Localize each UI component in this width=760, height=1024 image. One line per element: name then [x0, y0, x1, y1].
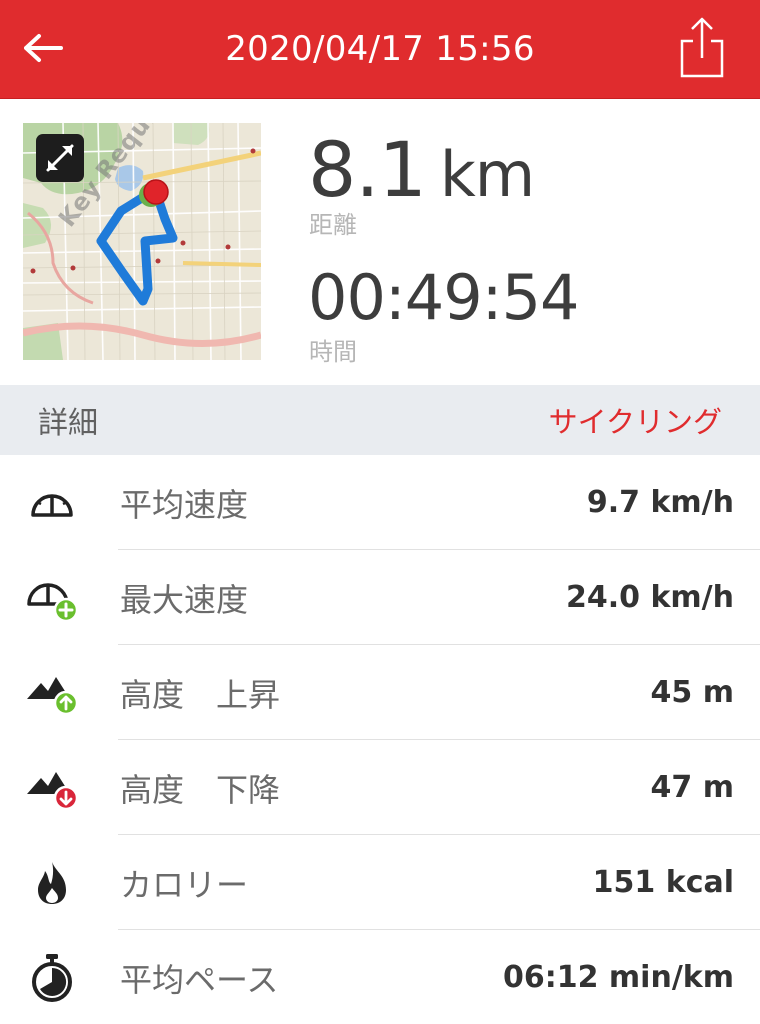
- activity-detail-screen: 2020/04/17 15:56 Key 8.1 km 距離 00:49:54 …: [0, 0, 760, 1024]
- metric-value: 24.0 km/h: [566, 580, 734, 615]
- distance-label: 距離: [309, 211, 357, 239]
- metric-label: 平均ペース: [120, 960, 279, 999]
- metric-label: カロリー: [120, 865, 249, 904]
- back-button[interactable]: [18, 22, 70, 74]
- mountain-up-icon: [24, 667, 80, 719]
- mountain-down-icon: [24, 762, 80, 814]
- metric-row-elevation-gain: 高度 上昇 45 m: [0, 645, 760, 740]
- app-header: 2020/04/17 15:56: [0, 0, 760, 99]
- stopwatch-icon: [24, 952, 80, 1004]
- metric-row-max-speed: 最大速度 24.0 km/h: [0, 550, 760, 645]
- metric-value: 45 m: [650, 675, 734, 710]
- share-icon: [680, 17, 724, 78]
- metric-row-calories: カロリー 151 kcal: [0, 835, 760, 930]
- speedometer-icon: [24, 477, 80, 529]
- route-map-thumbnail[interactable]: Key Required: [23, 123, 261, 360]
- metric-row-avg-pace: 平均ペース 06:12 min/km: [0, 930, 760, 1024]
- metric-label: 高度 上昇: [120, 675, 281, 714]
- metric-value: 06:12 min/km: [502, 960, 734, 995]
- duration-value: 00:49:54: [308, 261, 579, 334]
- metric-label: 高度 下降: [120, 770, 281, 809]
- page-title: 2020/04/17 15:56: [225, 29, 535, 69]
- section-title: 詳細: [38, 406, 98, 441]
- metric-row-avg-speed: 平均速度 9.7 km/h: [0, 455, 760, 550]
- flame-icon: [24, 857, 80, 909]
- distance-value: 8.1: [308, 125, 427, 214]
- metric-value: 9.7 km/h: [586, 485, 734, 520]
- distance-display: 8.1 km: [308, 125, 535, 214]
- metrics-list: 平均速度 9.7 km/h 最大速度 24.0 km/h 高度 上昇 45 m …: [0, 455, 760, 1024]
- metric-row-elevation-loss: 高度 下降 47 m: [0, 740, 760, 835]
- activity-summary: Key Required 8.1km 距離 00:49:54 時間: [0, 99, 760, 385]
- metric-value: 151 kcal: [592, 865, 734, 900]
- expand-icon: [46, 144, 74, 172]
- arrow-left-icon: [24, 34, 63, 62]
- duration-label: 時間: [309, 338, 357, 366]
- metric-value: 47 m: [650, 770, 734, 805]
- distance-unit: km: [439, 138, 535, 211]
- details-section-header: 詳細 サイクリング: [0, 385, 760, 455]
- speedometer-plus-icon: [24, 572, 80, 624]
- share-button[interactable]: [672, 12, 732, 82]
- activity-type-link[interactable]: サイクリング: [549, 385, 722, 455]
- metric-label: 平均速度: [120, 485, 249, 524]
- metric-label: 最大速度: [120, 580, 249, 619]
- expand-map-button[interactable]: [36, 134, 84, 182]
